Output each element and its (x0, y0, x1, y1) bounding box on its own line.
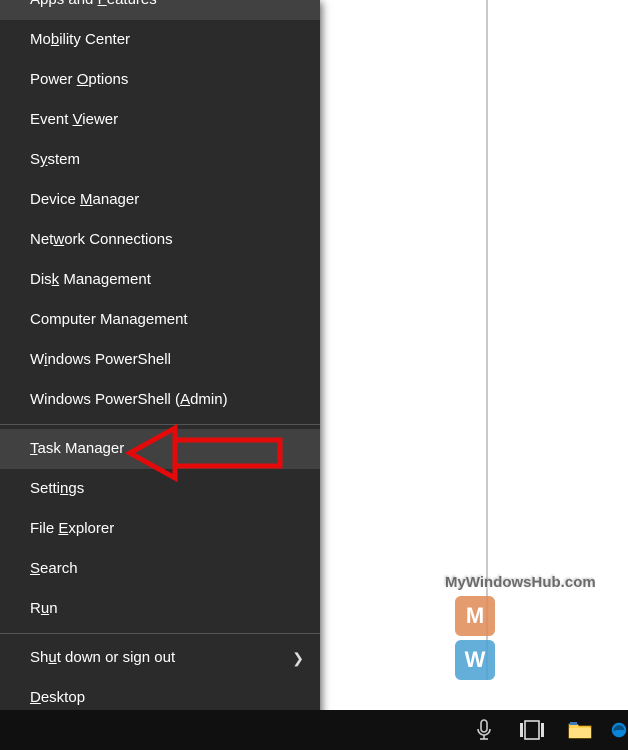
logo-tile-w: W (455, 640, 495, 680)
edge-taskbar-button[interactable] (604, 710, 628, 750)
menu-item-label: Disk Management (30, 271, 151, 288)
menu-item-label: Shut down or sign out (30, 649, 175, 666)
menu-item-label: Search (30, 560, 78, 577)
file-explorer-taskbar-button[interactable] (556, 710, 604, 750)
menu-item-power-options[interactable]: Power Options (0, 60, 320, 100)
menu-item-network-connections[interactable]: Network Connections (0, 220, 320, 260)
menu-item-label: Power Options (30, 71, 128, 88)
menu-item-windows-powershell-admin[interactable]: Windows PowerShell (Admin) (0, 380, 320, 420)
edge-icon (610, 715, 628, 745)
chevron-right-icon: ❯ (292, 638, 304, 678)
menu-item-label: System (30, 151, 80, 168)
menu-item-task-manager[interactable]: Task Manager (0, 429, 320, 469)
menu-item-file-explorer[interactable]: File Explorer (0, 509, 320, 549)
watermark-logo: M W (455, 596, 535, 676)
menu-item-label: Computer Management (30, 311, 188, 328)
menu-item-search[interactable]: Search (0, 549, 320, 589)
menu-item-settings[interactable]: Settings (0, 469, 320, 509)
menu-item-apps-and-features[interactable]: Apps and Features (0, 0, 320, 20)
menu-item-label: Windows PowerShell (Admin) (30, 391, 228, 408)
menu-item-computer-management[interactable]: Computer Management (0, 300, 320, 340)
watermark-text: MyWindowsHub.com (445, 574, 596, 591)
menu-item-label: Run (30, 600, 58, 617)
task-view-icon (519, 720, 545, 740)
menu-item-shut-down-or-sign-out[interactable]: Shut down or sign out ❯ (0, 638, 320, 678)
menu-item-label: Windows PowerShell (30, 351, 171, 368)
menu-item-device-manager[interactable]: Device Manager (0, 180, 320, 220)
menu-item-event-viewer[interactable]: Event Viewer (0, 100, 320, 140)
menu-item-mobility-center[interactable]: Mobility Center (0, 20, 320, 60)
logo-tile-m: M (455, 596, 495, 636)
taskbar (0, 710, 628, 750)
file-explorer-icon (568, 720, 592, 740)
menu-item-system[interactable]: System (0, 140, 320, 180)
menu-item-label: Settings (30, 480, 84, 497)
menu-item-label: File Explorer (30, 520, 114, 537)
cortana-mic-button[interactable] (460, 710, 508, 750)
menu-separator (0, 424, 320, 425)
menu-item-label: Desktop (30, 689, 85, 706)
menu-item-label: Network Connections (30, 231, 173, 248)
menu-item-label: Mobility Center (30, 31, 130, 48)
task-view-button[interactable] (508, 710, 556, 750)
menu-item-disk-management[interactable]: Disk Management (0, 260, 320, 300)
menu-item-label: Device Manager (30, 191, 139, 208)
mic-icon (475, 719, 493, 741)
power-user-menu: Apps and Features Mobility Center Power Op… (0, 0, 320, 720)
menu-item-windows-powershell[interactable]: Windows PowerShell (0, 340, 320, 380)
menu-item-label: Event Viewer (30, 111, 118, 128)
menu-item-label: Task Manager (30, 440, 124, 457)
menu-separator (0, 633, 320, 634)
menu-item-label: Apps and Features (30, 0, 157, 8)
menu-item-run[interactable]: Run (0, 589, 320, 629)
